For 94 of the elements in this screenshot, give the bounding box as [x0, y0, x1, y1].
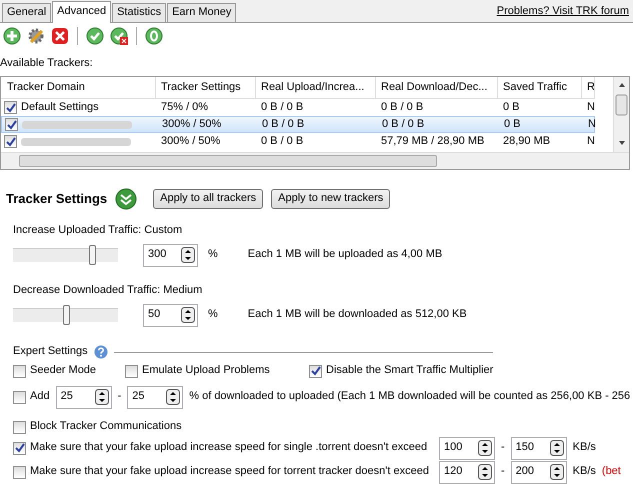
conversion-note: Each 1 MB will be uploaded as 4,00 MB [248, 248, 442, 262]
number-spinner[interactable]: 25 [56, 386, 112, 408]
option-label: Emulate Upload Problems [142, 364, 270, 378]
table-cell: 300% / 50% [162, 118, 222, 130]
checkbox[interactable] [309, 364, 322, 378]
option-label: Make sure that your fake upload increase speed for torrent tracker doesn't exceed [30, 465, 429, 479]
spin-arrows-icon[interactable] [181, 247, 195, 263]
table-cell: 57,79 MB / 28,90 MB [381, 134, 484, 147]
table-cell: 0 B [504, 118, 521, 130]
number-spinner[interactable]: 100 [439, 436, 495, 460]
range-separator: - [501, 465, 505, 479]
unit-label: KB/s [572, 465, 596, 479]
apply-button[interactable]: Apply to new trackers [271, 189, 390, 209]
section-title: Tracker Settings [6, 191, 108, 207]
table-cell: 75% / 0% [161, 100, 208, 113]
number-spinner[interactable]: 120 [439, 460, 495, 484]
number-spinner[interactable]: 50 [143, 304, 198, 326]
table-cell: N [587, 134, 595, 147]
checkbox[interactable] [13, 466, 26, 478]
spin-arrows-icon[interactable] [478, 464, 492, 480]
spin-arrows-icon[interactable] [166, 389, 180, 405]
column-header[interactable]: Tracker Settings [156, 77, 256, 98]
slider-track[interactable] [13, 248, 118, 262]
horizontal-scrollbar[interactable] [1, 152, 629, 169]
checkbox[interactable] [125, 364, 138, 378]
checkbox[interactable] [13, 420, 26, 434]
tab[interactable]: Statistics [112, 3, 166, 22]
check-icon[interactable] [86, 27, 104, 45]
number-spinner[interactable]: 150 [510, 436, 567, 460]
number-spinner[interactable]: 200 [510, 460, 567, 484]
table-cell: 0 B / 0 B [382, 118, 424, 130]
table-cell: 0 B / 0 B [261, 134, 304, 147]
column-header[interactable]: Real Upload/Increa... [256, 77, 376, 98]
tab[interactable]: Advanced [52, 1, 112, 23]
apply-button[interactable]: Apply to all trackers [153, 189, 264, 209]
tab[interactable]: General [2, 3, 52, 22]
spin-arrows-icon[interactable] [478, 440, 492, 456]
option-label: Block Tracker Communications [30, 420, 182, 434]
section-label: Expert Settings [13, 345, 88, 359]
tab[interactable]: Earn Money [167, 3, 236, 22]
collapse-icon[interactable] [115, 188, 138, 210]
table-row[interactable]: 300% / 50% 0 B / 0 B 57,79 MB / 28,90 MB 28,90 MB N [1, 133, 595, 150]
unit-label: % [208, 308, 218, 322]
delete-icon[interactable] [51, 27, 69, 45]
help-icon[interactable] [94, 345, 108, 359]
forum-link[interactable]: Problems? Visit TRK forum [496, 4, 629, 18]
range-separator: - [501, 441, 505, 455]
conversion-note: Each 1 MB will be downloaded as 512,00 KB [248, 308, 467, 322]
checkbox[interactable] [4, 135, 17, 148]
option-label: Add [30, 390, 50, 404]
slider-track[interactable] [13, 308, 118, 322]
table-cell: Default Settings [21, 100, 99, 114]
number-spinner[interactable]: 300 [143, 244, 198, 266]
spin-arrows-icon[interactable] [181, 307, 195, 323]
add-note: % of downloaded to uploaded (Each 1 MB downloaded will be counted as 256,00 KB - 256 [189, 390, 630, 404]
table-cell: 300% / 50% [161, 134, 220, 147]
checkbox[interactable] [13, 442, 26, 454]
column-header[interactable]: Tracker Domain [1, 77, 156, 98]
add-icon[interactable] [3, 27, 21, 45]
checkbox[interactable] [5, 118, 18, 131]
table-cell: 0 B / 0 B [381, 100, 424, 113]
spin-arrows-icon[interactable] [94, 389, 109, 405]
option-label: Disable the Smart Traffic Multiplier [326, 364, 494, 378]
table-row[interactable]: Default Settings 75% / 0% 0 B / 0 B 0 B / 0 B 0 B N [1, 99, 595, 116]
spin-arrows-icon[interactable] [550, 440, 564, 456]
table-cell: 0 B / 0 B [261, 100, 304, 113]
number-spinner[interactable]: 25 [127, 386, 184, 408]
warning-text: (bet [602, 465, 621, 479]
table-cell: N [587, 100, 595, 113]
table-cell: 28,90 MB [503, 134, 550, 147]
table-cell: 0 B / 0 B [262, 118, 304, 130]
slider-thumb[interactable] [62, 305, 70, 325]
range-separator: - [118, 390, 122, 404]
check-cancel-icon[interactable] [110, 27, 128, 45]
table-row[interactable]: 300% / 50% 0 B / 0 B 0 B / 0 B 0 B N [1, 116, 595, 133]
unit-label: % [208, 248, 218, 262]
checkbox[interactable] [13, 364, 26, 378]
column-header[interactable]: Real Download/Dec... [376, 77, 498, 98]
unit-label: KB/s [572, 441, 596, 455]
slider-thumb[interactable] [88, 245, 96, 265]
option-label: Make sure that your fake upload increase speed for single .torrent doesn't exceed [30, 441, 428, 455]
table-cell: N [588, 118, 596, 130]
checkbox[interactable] [13, 390, 26, 404]
checkbox[interactable] [4, 101, 17, 114]
column-header[interactable]: Saved Traffic [498, 77, 582, 98]
table-cell: 0 B [503, 100, 520, 113]
gear-pencil-icon[interactable] [27, 27, 45, 45]
section-label: Available Trackers: [0, 57, 94, 71]
slider-label: Decrease Downloaded Traffic: Medium [13, 284, 204, 298]
vertical-scrollbar[interactable] [613, 77, 629, 153]
spin-arrows-icon[interactable] [550, 464, 564, 480]
zero-icon[interactable] [145, 27, 163, 45]
option-label: Seeder Mode [30, 364, 96, 378]
slider-label: Increase Uploaded Traffic: Custom [13, 224, 184, 238]
